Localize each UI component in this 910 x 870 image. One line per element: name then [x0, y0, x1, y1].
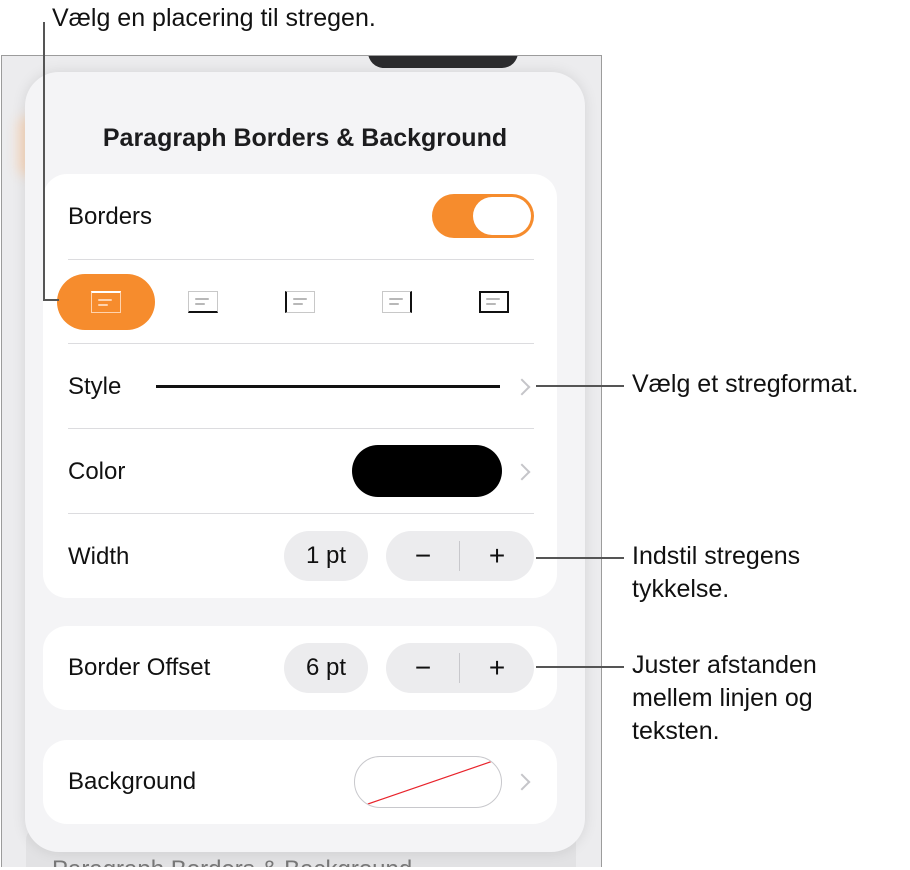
- border-top-icon: [91, 291, 121, 313]
- color-swatch[interactable]: [352, 445, 502, 497]
- app-frame: Paragraph Borders & Background Paragraph…: [1, 55, 602, 867]
- border-bottom-icon: [188, 291, 218, 313]
- borders-background-popover: Paragraph Borders & Background Borders S…: [25, 72, 585, 852]
- width-label: Width: [68, 542, 130, 570]
- popover-title: Paragraph Borders & Background: [102, 124, 508, 152]
- callout-position: Vælg en placering til stregen.: [52, 4, 376, 32]
- border-offset-stepper: − +: [386, 643, 534, 693]
- style-row[interactable]: Style: [68, 344, 534, 429]
- border-offset-label: Border Offset: [68, 654, 211, 681]
- width-row: Width 1 pt − +: [68, 514, 534, 599]
- callout-width-line1: Indstil stregens: [632, 542, 801, 570]
- callout-offset-line3: teksten.: [632, 717, 720, 745]
- border-position-top-button[interactable]: [57, 274, 155, 330]
- chevron-right-icon: [513, 463, 531, 480]
- background-card: Background: [43, 740, 557, 824]
- callout-width-line2: tykkelse.: [632, 575, 730, 603]
- width-increase-button[interactable]: +: [460, 531, 534, 581]
- style-line-preview: [156, 385, 500, 388]
- width-decrease-button[interactable]: −: [386, 531, 460, 581]
- offset-card: Border Offset 6 pt − +: [43, 626, 557, 710]
- no-fill-icon: [364, 760, 494, 806]
- border-position-all-button[interactable]: [445, 274, 543, 330]
- border-position-right-button[interactable]: [348, 274, 446, 330]
- border-left-icon: [285, 291, 315, 313]
- callout-offset-line2: mellem linjen og: [632, 684, 813, 712]
- background-label: Background: [68, 768, 197, 795]
- border-position-left-button[interactable]: [251, 274, 349, 330]
- toggle-knob: [473, 197, 531, 235]
- frame-bottom-label: Paragraph Borders & Background: [52, 856, 412, 867]
- divider: [68, 259, 534, 260]
- chevron-right-icon: [513, 773, 531, 791]
- width-stepper: − +: [386, 531, 534, 581]
- color-row[interactable]: Color: [68, 429, 534, 514]
- frame-top-tab: [368, 56, 518, 68]
- offset-increase-button[interactable]: +: [460, 643, 534, 693]
- borders-label: Borders: [68, 202, 153, 230]
- width-value[interactable]: 1 pt: [284, 531, 368, 581]
- offset-decrease-button[interactable]: −: [386, 643, 460, 693]
- border-offset-value[interactable]: 6 pt: [284, 643, 368, 693]
- color-label: Color: [68, 457, 126, 485]
- background-row[interactable]: Background: [68, 740, 534, 824]
- border-right-icon: [382, 291, 412, 313]
- border-all-icon: [479, 291, 509, 313]
- callout-leader-offset: [536, 666, 624, 668]
- background-none-swatch[interactable]: [354, 756, 502, 808]
- callout-leader-width: [536, 557, 624, 559]
- callout-leader-style: [536, 385, 624, 387]
- chevron-right-icon: [513, 378, 531, 395]
- style-label: Style: [68, 372, 122, 400]
- borders-card: Borders Style Color Width 1 pt − +: [43, 174, 557, 598]
- callout-style: Vælg et stregformat.: [632, 370, 859, 398]
- callout-leader-position: [43, 22, 45, 300]
- border-position-bottom-button[interactable]: [154, 274, 252, 330]
- borders-row: Borders: [68, 174, 534, 259]
- border-offset-row: Border Offset 6 pt − +: [68, 626, 534, 710]
- callout-leader-position-tick: [43, 299, 59, 301]
- callout-offset-line1: Juster afstanden: [632, 651, 817, 679]
- borders-toggle[interactable]: [432, 194, 534, 238]
